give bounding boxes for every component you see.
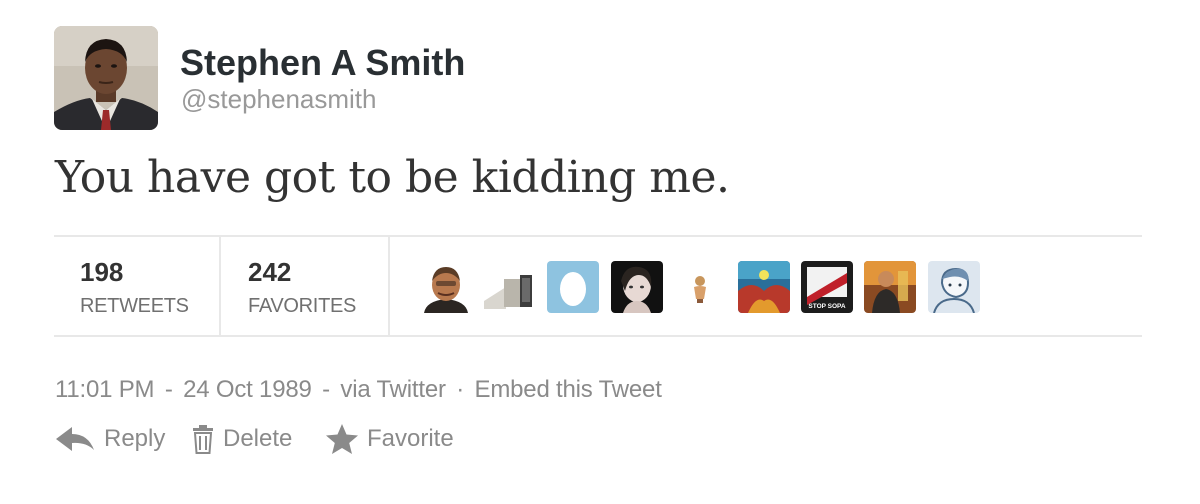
dark-portrait-avatar[interactable] xyxy=(611,261,663,313)
star-icon xyxy=(326,424,358,454)
retweets-label: RETWEETS xyxy=(80,295,189,317)
favorites-count: 242 xyxy=(248,257,292,287)
device-photo-avatar[interactable] xyxy=(484,261,536,313)
colorful-art-avatar[interactable] xyxy=(738,261,790,313)
delete-label: Delete xyxy=(223,425,293,452)
tweet-card: Stephen A Smith @stephenasmith You have … xyxy=(0,0,1200,504)
author-name[interactable]: Stephen A Smith xyxy=(180,42,465,84)
avatar-photo-icon xyxy=(54,26,158,130)
stop-sopa-avatar[interactable]: STOP SOPA xyxy=(801,261,853,313)
via-prefix: via xyxy=(340,376,371,403)
tweet-source-link[interactable]: Twitter xyxy=(377,376,446,403)
default-egg-avatar[interactable] xyxy=(547,261,599,313)
reply-icon xyxy=(56,427,94,451)
reply-button[interactable]: Reply xyxy=(54,422,165,456)
author-handle[interactable]: @stephenasmith xyxy=(181,84,377,115)
performer-avatar[interactable] xyxy=(864,261,916,313)
older-man-avatar[interactable] xyxy=(420,261,472,313)
stats-bar: 198 RETWEETS 242 FAVORITES STOP SOPA xyxy=(54,235,1142,337)
favorite-label: Favorite xyxy=(367,425,454,452)
favorites-stat[interactable]: 242 FAVORITES xyxy=(221,237,390,337)
favorites-label: FAVORITES xyxy=(248,295,357,317)
embed-tweet-link[interactable]: Embed this Tweet xyxy=(475,376,662,403)
stop-sopa-text: STOP SOPA xyxy=(808,303,846,310)
author-avatar[interactable] xyxy=(54,26,158,130)
retweets-count: 198 xyxy=(80,257,124,287)
tweet-meta: 11:01 PM - 24 Oct 1989 - via Twitter · E… xyxy=(55,376,662,403)
favorite-button[interactable]: Favorite xyxy=(325,422,454,456)
delete-button[interactable]: Delete xyxy=(191,422,292,456)
retweets-stat[interactable]: 198 RETWEETS xyxy=(54,237,221,337)
small-figure-avatar[interactable] xyxy=(674,261,726,313)
trash-icon xyxy=(193,425,213,454)
reply-label: Reply xyxy=(104,425,166,452)
tweet-date[interactable]: 24 Oct 1989 xyxy=(183,376,312,403)
tweet-text: You have got to be kidding me. xyxy=(55,152,730,203)
tweet-time[interactable]: 11:01 PM xyxy=(55,376,155,403)
sketch-character-avatar[interactable] xyxy=(928,261,980,313)
